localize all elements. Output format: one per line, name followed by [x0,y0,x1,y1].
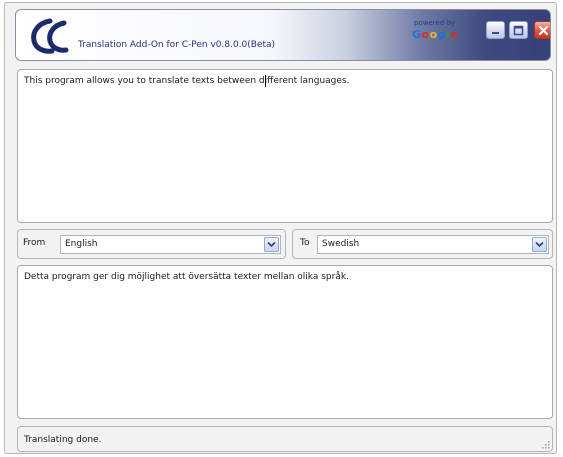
translator-window: Translation Add-On for C-Pen v0.8.0.0(Be… [4,2,557,454]
title-bar[interactable]: Translation Add-On for C-Pen v0.8.0.0(Be… [15,9,551,61]
to-language-select[interactable]: Swedish [317,235,549,254]
to-language-group: To Swedish [292,229,553,259]
from-label: From [23,238,46,248]
text-caret [265,75,266,87]
minimize-icon [492,31,499,34]
status-bar: Translating done. [17,426,553,452]
from-language-value: English [65,239,98,249]
from-dropdown-button[interactable] [264,237,279,252]
to-dropdown-button[interactable] [532,237,547,252]
from-language-group: From English [17,229,286,259]
chevron-down-icon [535,241,544,248]
resize-grip-icon[interactable] [542,441,550,449]
to-language-value: Swedish [322,239,360,249]
source-text: This program allows you to translate tex… [24,76,350,86]
to-label: To [300,238,310,248]
translated-text-area[interactable]: Detta program ger dig möjlighet att över… [17,265,553,419]
status-text: Translating done. [24,435,102,445]
source-text-area[interactable]: This program allows you to translate tex… [17,69,553,223]
translated-text: Detta program ger dig möjlighet att över… [24,272,349,282]
powered-by-label: powered by [414,19,456,27]
cpen-logo-icon [31,18,69,54]
maximize-icon [513,25,524,35]
from-language-select[interactable]: English [60,235,281,254]
maximize-button[interactable] [509,21,528,39]
chevron-down-icon [267,241,276,248]
window-title: Translation Add-On for C-Pen v0.8.0.0(Be… [78,40,276,50]
close-button[interactable] [534,21,550,39]
google-logo: Google [412,28,459,41]
minimize-button[interactable] [486,21,505,39]
close-icon [538,25,549,35]
